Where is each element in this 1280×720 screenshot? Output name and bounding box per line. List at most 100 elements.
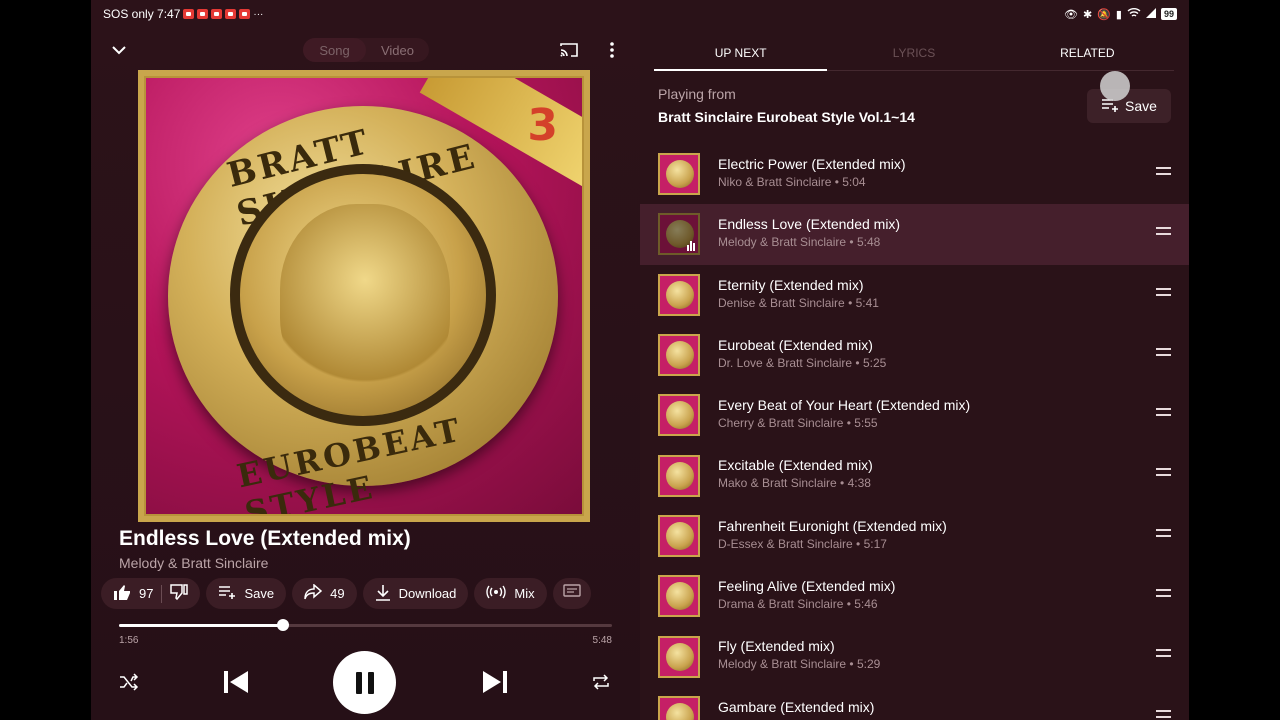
queue-list: Electric Power (Extended mix) Niko & Brat… <box>640 144 1189 720</box>
signal-icon <box>1145 7 1156 21</box>
tab-lyrics[interactable]: LYRICS <box>827 36 1000 70</box>
download-label: Download <box>398 586 457 601</box>
separator-dot: • <box>836 476 848 491</box>
queue-item-title: Every Beat of Your Heart (Extended mix) <box>718 397 971 414</box>
status-bar-left: SOS only 7:47 ··· <box>103 7 263 21</box>
youtube-notification-icon <box>211 9 223 19</box>
thumb-down-icon[interactable] <box>170 583 189 604</box>
drag-handle-icon[interactable] <box>1156 408 1171 417</box>
drag-handle-icon[interactable] <box>1156 649 1171 658</box>
drag-handle-icon[interactable] <box>1156 468 1171 477</box>
song-video-toggle: Song Video <box>303 38 429 62</box>
queue-item-title: Electric Power (Extended mix) <box>718 156 906 172</box>
drag-handle-icon[interactable] <box>1156 167 1171 175</box>
queue-thumbnail <box>658 575 700 618</box>
eye-comfort-icon: 👁 <box>1064 8 1078 21</box>
playlist-name[interactable]: Bratt Sinclaire Eurobeat Style Vol.1~14 <box>658 109 915 125</box>
thumb-up-icon[interactable] <box>113 584 131 604</box>
action-chips: 97 Save 49 Download Mix <box>101 578 591 609</box>
queue-item-duration: 4:38 <box>847 476 871 491</box>
collapse-chevron-icon[interactable] <box>109 40 129 60</box>
tab-related[interactable]: RELATED <box>1001 36 1174 70</box>
cast-icon[interactable] <box>557 38 581 62</box>
separator-dot: • <box>844 295 856 310</box>
queue-item-subtitle: Cherry & Bratt Sinclaire • 5:55 <box>718 416 970 430</box>
youtube-notification-icon <box>197 9 209 19</box>
now-playing-equalizer-icon <box>687 241 695 252</box>
shuffle-icon[interactable] <box>117 670 141 694</box>
youtube-notification-icon <box>183 9 195 19</box>
queue-thumbnail <box>658 394 700 437</box>
drag-handle-icon[interactable] <box>1156 589 1171 598</box>
queue-item-artist: Niko & Bratt Sinclaire <box>718 175 832 189</box>
repeat-icon[interactable] <box>589 670 613 694</box>
queue-item-subtitle: D-Essex & Bratt Sinclaire • 5:17 <box>718 537 947 551</box>
queue-item-duration: 5:25 <box>862 355 887 370</box>
tab-song[interactable]: Song <box>303 38 366 62</box>
drag-handle-icon[interactable] <box>1156 287 1171 296</box>
queue-item[interactable]: Eurobeat (Extended mix) Dr. Love & Bratt … <box>640 325 1189 385</box>
queue-item-subtitle: Melody & Bratt Sinclaire • 5:48 <box>718 235 900 249</box>
pause-icon <box>367 671 374 694</box>
touch-indicator <box>1100 71 1130 101</box>
youtube-notification-icon <box>239 9 251 19</box>
queue-thumbnail <box>658 334 700 377</box>
queue-item[interactable]: Fly (Extended mix) Melody & Bratt Sinclai… <box>640 626 1189 686</box>
comments-chip[interactable] <box>552 578 591 609</box>
more-vert-icon[interactable] <box>601 38 623 62</box>
queue-item[interactable]: Gambare (Extended mix) <box>640 687 1189 720</box>
queue-thumbnail <box>658 635 700 678</box>
separator-dot: • <box>843 416 855 431</box>
queue-item-subtitle: Mako & Bratt Sinclaire • 4:38 <box>718 476 873 490</box>
queue-item[interactable]: Endless Love (Extended mix) Melody & Brat… <box>640 204 1189 265</box>
cover-coin-ring <box>230 164 496 426</box>
queue-item[interactable]: Fahrenheit Euronight (Extended mix) D-Ess… <box>640 506 1189 566</box>
seek-bar-handle[interactable] <box>277 619 290 631</box>
drag-handle-icon[interactable] <box>1156 528 1171 537</box>
queue-item-title: Eurobeat (Extended mix) <box>718 336 873 353</box>
queue-item-artist: Melody & Bratt Sinclaire <box>718 235 847 250</box>
share-icon <box>304 583 323 603</box>
queue-item-duration: 5:41 <box>855 295 879 310</box>
mix-chip[interactable]: Mix <box>474 578 547 609</box>
queue-item[interactable]: Eternity (Extended mix) Denise & Bratt Si… <box>640 265 1189 325</box>
tab-up-next[interactable]: UP NEXT <box>654 36 828 71</box>
radio-mix-icon <box>486 585 507 602</box>
download-chip[interactable]: Download <box>362 578 469 609</box>
tab-video[interactable]: Video <box>366 38 429 62</box>
drag-handle-icon[interactable] <box>1156 709 1171 718</box>
album-art: 3 BRATT SINCLAIRE EUROBEAT STYLE <box>138 70 590 522</box>
separator-dot: • <box>846 235 857 250</box>
queue-item-title: Feeling Alive (Extended mix) <box>718 578 896 595</box>
pause-button[interactable] <box>333 651 396 714</box>
seek-bar[interactable] <box>119 619 612 631</box>
song-artist[interactable]: Melody & Bratt Sinclaire <box>119 555 268 571</box>
queue-item[interactable]: Feeling Alive (Extended mix) Drama & Brat… <box>640 566 1189 626</box>
song-title: Endless Love (Extended mix) <box>119 527 411 550</box>
queue-item-subtitle: Melody & Bratt Sinclaire • 5:29 <box>718 657 880 671</box>
queue-item-artist: Melody & Bratt Sinclaire <box>718 657 847 672</box>
queue-item-duration: 5:55 <box>854 416 878 431</box>
queue-item[interactable]: Excitable (Extended mix) Mako & Bratt Sin… <box>640 445 1189 505</box>
queue-item-artist: D-Essex & Bratt Sinclaire <box>718 536 853 551</box>
queue-thumbnail <box>658 514 700 557</box>
queue-item-title: Endless Love (Extended mix) <box>718 216 901 233</box>
queue-item-title: Gambare (Extended mix) <box>718 698 875 715</box>
seek-bar-fill <box>119 624 284 627</box>
queue-item[interactable]: Every Beat of Your Heart (Extended mix) C… <box>640 385 1189 445</box>
queue-item-duration: 5:46 <box>854 597 878 612</box>
queue-item-subtitle: Drama & Bratt Sinclaire • 5:46 <box>718 597 895 611</box>
skip-next-icon[interactable] <box>480 667 510 697</box>
bluetooth-icon: ✱ <box>1083 8 1093 21</box>
drag-handle-icon[interactable] <box>1156 227 1171 236</box>
youtube-notification-icon <box>225 9 237 19</box>
drag-handle-icon[interactable] <box>1156 347 1171 356</box>
queue-item[interactable]: Electric Power (Extended mix) Niko & Brat… <box>640 144 1189 204</box>
queue-item-duration: 5:17 <box>863 536 887 551</box>
skip-previous-icon[interactable] <box>221 667 251 697</box>
share-chip[interactable]: 49 <box>292 578 357 609</box>
now-playing-panel: SOS only 7:47 ··· Song Video 3 BRATT EUR… <box>91 0 640 720</box>
save-playlist-button[interactable]: Save <box>1087 89 1171 123</box>
save-chip[interactable]: Save <box>206 578 287 609</box>
chip-divider <box>161 584 163 603</box>
